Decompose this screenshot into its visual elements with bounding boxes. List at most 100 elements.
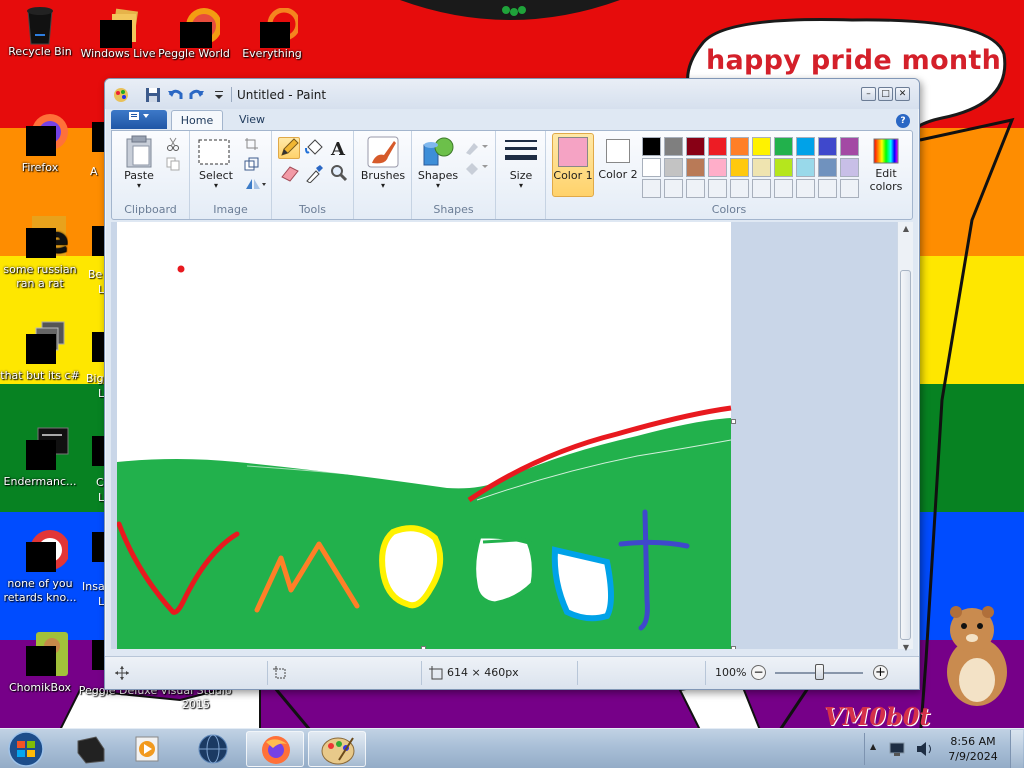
palette-swatch[interactable] xyxy=(642,158,661,177)
canvas-resize-handle[interactable] xyxy=(731,419,736,424)
palette-swatch[interactable] xyxy=(642,137,661,156)
rat-file-icon: e xyxy=(22,214,68,261)
palette-swatch[interactable] xyxy=(708,158,727,177)
help-icon[interactable]: ? xyxy=(896,114,910,128)
crop-icon[interactable] xyxy=(244,137,260,151)
fill-icon[interactable] xyxy=(464,159,490,175)
close-button[interactable]: ✕ xyxy=(895,87,910,101)
network-icon[interactable] xyxy=(888,739,910,759)
scroll-down-arrow-icon[interactable]: ▼ xyxy=(900,643,912,655)
shapes-button[interactable]: Shapes ▾ xyxy=(416,135,460,195)
scrollbar-thumb[interactable] xyxy=(900,270,911,640)
palette-swatch[interactable] xyxy=(796,137,815,156)
cut-icon[interactable] xyxy=(166,137,180,151)
palette-empty-slot[interactable] xyxy=(840,179,859,198)
eraser-icon[interactable] xyxy=(280,163,302,183)
desktop-icon-recycle-bin[interactable]: Recycle Bin xyxy=(0,6,80,59)
zoom-slider-thumb[interactable] xyxy=(815,664,824,680)
palette-swatch[interactable] xyxy=(708,137,727,156)
customize-quick-access-chevron-icon[interactable] xyxy=(211,87,227,103)
palette-empty-slot[interactable] xyxy=(664,179,683,198)
color-wheel-icon xyxy=(873,138,899,164)
desktop-icon-label: Windows Live xyxy=(80,47,156,60)
palette-empty-slot[interactable] xyxy=(686,179,705,198)
edit-colors-button[interactable]: Edit colors xyxy=(866,135,906,199)
taskbar-app-terminal[interactable] xyxy=(60,731,118,767)
bubble-text: happy pride month xyxy=(706,45,1002,76)
color-1-button[interactable]: Color 1 xyxy=(552,133,594,197)
desktop-icon-peggle-world[interactable]: Peggle World xyxy=(154,8,234,61)
drawing-canvas[interactable] xyxy=(117,222,737,649)
palette-swatch[interactable] xyxy=(664,137,683,156)
palette-swatch[interactable] xyxy=(840,158,859,177)
tab-view[interactable]: View xyxy=(229,110,275,131)
minimize-button[interactable]: – xyxy=(861,87,876,101)
save-icon[interactable] xyxy=(145,87,161,103)
paste-button[interactable]: Paste ▾ xyxy=(120,135,158,191)
taskbar-app-media-player[interactable] xyxy=(120,731,178,767)
system-clock[interactable]: 8:56 AM 7/9/2024 xyxy=(942,734,1004,764)
status-separator xyxy=(267,661,268,685)
palette-swatch[interactable] xyxy=(730,137,749,156)
brushes-button[interactable]: Brushes ▾ xyxy=(360,135,406,195)
zoom-level: 100% xyxy=(715,666,747,679)
show-hidden-icons-arrow-icon[interactable]: ▲ xyxy=(870,742,876,751)
text-tool-icon[interactable]: A xyxy=(328,138,350,158)
pencil-tool[interactable] xyxy=(278,137,300,159)
tab-home[interactable]: Home xyxy=(171,110,223,131)
palette-swatch[interactable] xyxy=(840,137,859,156)
outline-icon[interactable] xyxy=(464,139,490,155)
maximize-button[interactable]: □ xyxy=(878,87,893,101)
resize-icon[interactable] xyxy=(244,157,260,171)
palette-swatch[interactable] xyxy=(818,158,837,177)
scroll-up-arrow-icon[interactable]: ▲ xyxy=(900,224,912,236)
palette-empty-slot[interactable] xyxy=(796,179,815,198)
taskbar-app-paint[interactable] xyxy=(308,731,366,767)
desktop-icon-label: none of you retards kno... xyxy=(3,577,77,604)
palette-empty-slot[interactable] xyxy=(708,179,727,198)
ribbon-tabs: Home View ? xyxy=(105,109,919,131)
palette-empty-slot[interactable] xyxy=(752,179,771,198)
vertical-scrollbar[interactable]: ▲ ▼ xyxy=(897,222,913,652)
palette-empty-slot[interactable] xyxy=(774,179,793,198)
rotate-icon[interactable] xyxy=(244,177,268,191)
paint-app-icon[interactable] xyxy=(113,87,129,103)
desktop-icon-everything[interactable]: Everything xyxy=(232,7,312,61)
undo-icon[interactable] xyxy=(167,87,183,103)
palette-swatch[interactable] xyxy=(796,158,815,177)
show-desktop-button[interactable] xyxy=(1010,730,1023,768)
start-button[interactable] xyxy=(4,730,48,768)
zoom-out-button[interactable]: − xyxy=(751,665,766,680)
palette-empty-slot[interactable] xyxy=(818,179,837,198)
color-picker-icon[interactable] xyxy=(304,163,326,183)
canvas-resize-handle[interactable] xyxy=(731,646,736,649)
redo-icon[interactable] xyxy=(189,87,205,103)
fill-bucket-icon[interactable] xyxy=(304,138,326,158)
select-button[interactable]: Select ▾ xyxy=(196,137,236,193)
paint-menu-button[interactable] xyxy=(111,110,167,129)
taskbar-app-firefox[interactable] xyxy=(246,731,304,767)
taskbar-app-globe[interactable] xyxy=(184,731,242,767)
zoom-in-button[interactable]: + xyxy=(873,665,888,680)
size-button[interactable]: Size ▾ xyxy=(500,135,542,195)
hamster-image xyxy=(947,606,1007,706)
palette-swatch[interactable] xyxy=(686,137,705,156)
palette-swatch[interactable] xyxy=(730,158,749,177)
desktop-icon-windows-live[interactable]: Windows Live xyxy=(78,8,158,61)
copy-icon[interactable] xyxy=(166,157,180,171)
palette-swatch[interactable] xyxy=(686,158,705,177)
palette-swatch[interactable] xyxy=(752,158,771,177)
volume-icon[interactable] xyxy=(914,739,936,759)
magnifier-icon[interactable] xyxy=(328,163,350,183)
palette-empty-slot[interactable] xyxy=(642,179,661,198)
color-2-button[interactable]: Color 2 xyxy=(598,133,638,197)
palette-swatch[interactable] xyxy=(664,158,683,177)
canvas-resize-handle[interactable] xyxy=(421,646,426,649)
palette-swatch[interactable] xyxy=(818,137,837,156)
palette-swatch[interactable] xyxy=(752,137,771,156)
palette-swatch[interactable] xyxy=(774,137,793,156)
palette-swatch[interactable] xyxy=(774,158,793,177)
title-bar[interactable]: Untitled - Paint – □ ✕ xyxy=(105,79,919,109)
palette-empty-slot[interactable] xyxy=(730,179,749,198)
colors-group: Color 1 Color 2 Edit colors Colors xyxy=(546,131,912,219)
